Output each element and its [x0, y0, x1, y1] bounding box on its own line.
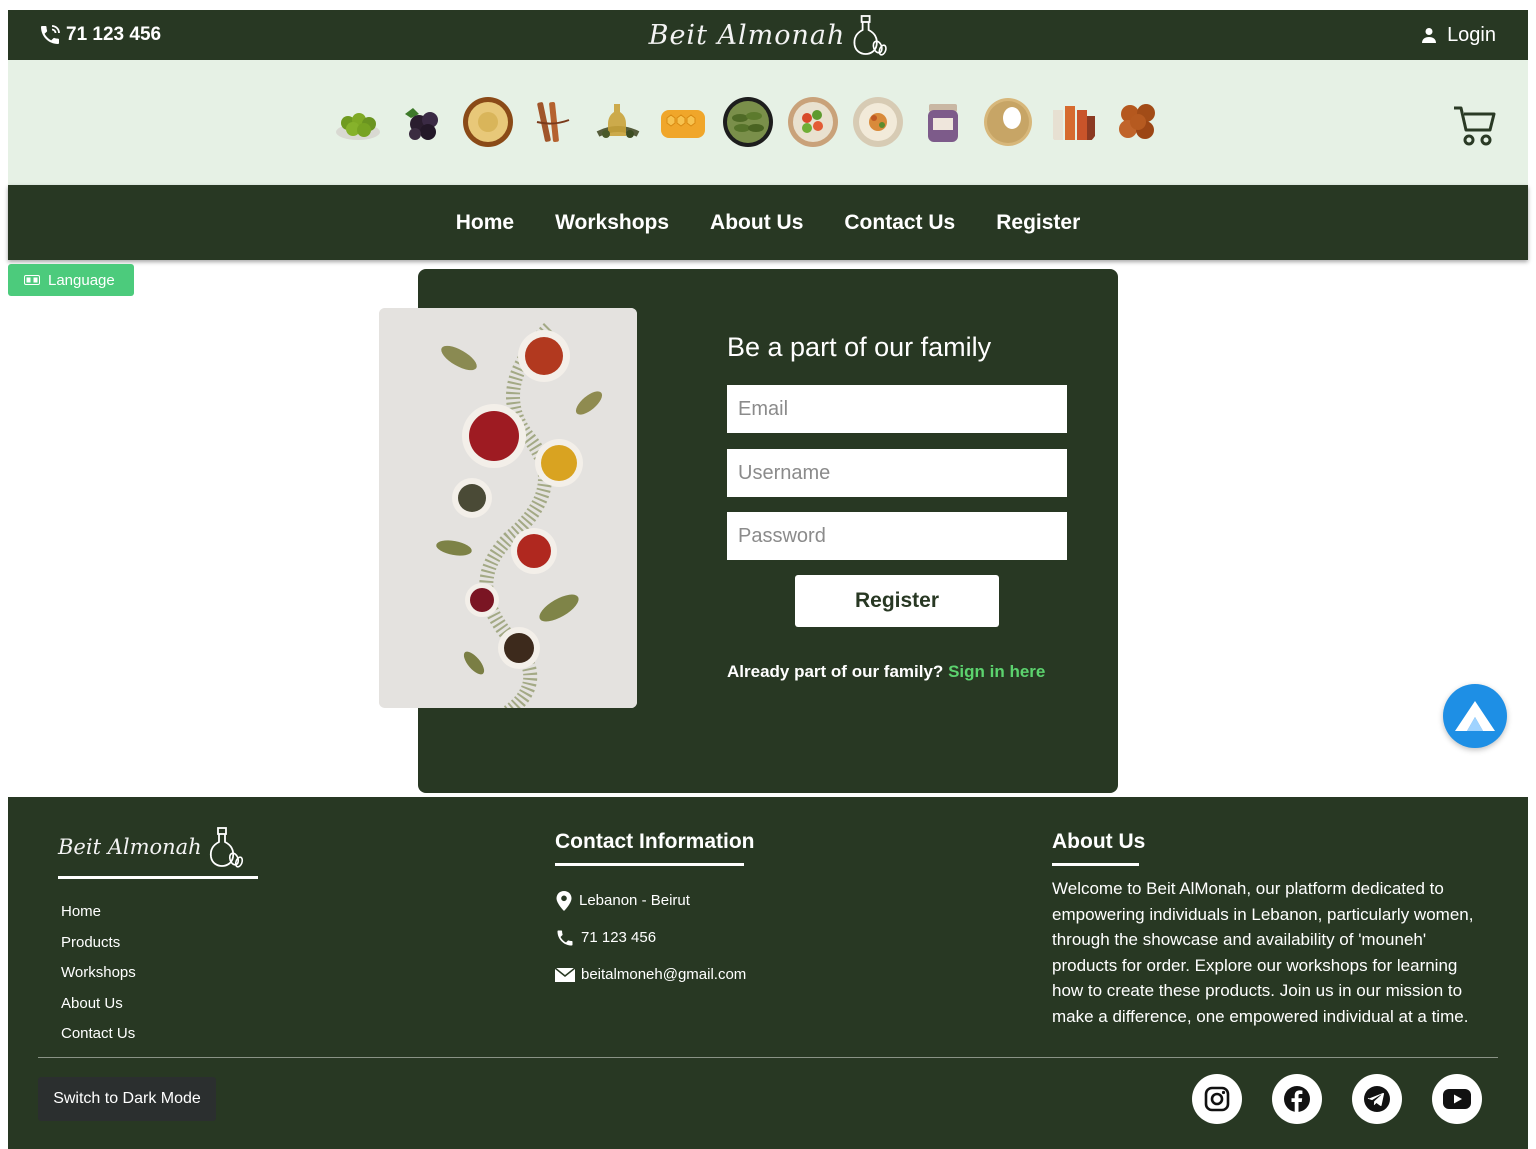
footer-brand-underline	[58, 876, 258, 879]
contact-heading: Contact Information	[555, 830, 755, 853]
oil-bottle-logo-icon	[853, 15, 887, 56]
footer-link-contact-us[interactable]: Contact Us	[61, 1025, 136, 1056]
footer: Beit Almonah Home Products Workshops Abo…	[8, 797, 1528, 1149]
dish-plate-icon[interactable]	[852, 96, 904, 148]
olive-oil-icon[interactable]	[592, 96, 644, 148]
nav-about-us[interactable]: About Us	[710, 211, 803, 235]
spices-image	[379, 308, 637, 708]
phone-icon	[41, 25, 60, 44]
oil-bottle-logo-icon	[209, 827, 243, 868]
stuffed-grape-leaves-icon[interactable]	[722, 96, 774, 148]
username-field[interactable]	[727, 449, 1067, 497]
contact-location-text: Lebanon - Beirut	[579, 892, 690, 909]
password-field[interactable]	[727, 512, 1067, 560]
register-submit-button[interactable]: Register	[795, 575, 999, 627]
product-category-list	[332, 96, 1164, 148]
dark-mode-toggle[interactable]: Switch to Dark Mode	[38, 1077, 216, 1121]
facebook-icon	[1284, 1086, 1310, 1112]
header-phone-number: 71 123 456	[66, 24, 162, 45]
telegram-link[interactable]	[1352, 1074, 1402, 1124]
salad-plate-icon[interactable]	[787, 96, 839, 148]
language-button[interactable]: Language	[8, 264, 134, 296]
falafel-icon[interactable]	[1112, 96, 1164, 148]
about-heading: About Us	[1052, 830, 1146, 853]
hummus-bowl-icon[interactable]	[462, 96, 514, 148]
about-text: Welcome to Beit AlMonah, our platform de…	[1052, 879, 1474, 1026]
contact-phone-text: 71 123 456	[581, 929, 657, 946]
footer-link-about-us[interactable]: About Us	[61, 995, 136, 1026]
social-links	[1192, 1074, 1482, 1124]
yarn-spools-icon[interactable]	[1047, 96, 1099, 148]
nav-home[interactable]: Home	[456, 211, 514, 235]
login-button[interactable]: Login	[1421, 24, 1496, 47]
contact-email-text: beitalmoneh@gmail.com	[581, 966, 747, 983]
brand-logo[interactable]: Beit Almonah	[649, 14, 888, 56]
nav-register[interactable]: Register	[996, 211, 1080, 235]
footer-link-products[interactable]: Products	[61, 934, 136, 965]
youtube-link[interactable]	[1432, 1074, 1482, 1124]
signin-prompt-text: Already part of our family?	[727, 662, 944, 681]
honeycomb-icon[interactable]	[657, 96, 709, 148]
signin-link[interactable]: Sign in here	[948, 662, 1045, 681]
footer-divider	[38, 1057, 1498, 1058]
envelope-icon	[555, 966, 575, 982]
location-pin-icon	[556, 890, 572, 911]
main-nav: Home Workshops About Us Contact Us Regis…	[8, 185, 1528, 260]
register-form-title: Be a part of our family	[727, 332, 992, 362]
language-label: Language	[48, 271, 115, 289]
contact-heading-underline	[555, 863, 744, 866]
cart-icon[interactable]	[1452, 104, 1496, 146]
olives-icon[interactable]	[332, 96, 384, 148]
brand-name: Beit Almonah	[648, 19, 846, 51]
telegram-icon	[1364, 1086, 1390, 1112]
contact-list: Lebanon - Beirut 71 123 456 beitalmoneh@…	[555, 882, 746, 993]
footer-links: Home Products Workshops About Us Contact…	[61, 903, 136, 1056]
nav-contact-us[interactable]: Contact Us	[844, 211, 955, 235]
footer-brand-name: Beit Almonah	[58, 835, 202, 859]
footer-link-home[interactable]: Home	[61, 903, 136, 934]
contact-location: Lebanon - Beirut	[555, 882, 746, 919]
footer-brand-logo[interactable]: Beit Almonah	[58, 825, 244, 869]
jam-jar-icon[interactable]	[917, 96, 969, 148]
header-phone[interactable]: 71 123 456	[38, 23, 161, 47]
facebook-link[interactable]	[1272, 1074, 1322, 1124]
phone-icon	[557, 930, 573, 945]
footer-link-workshops[interactable]: Workshops	[61, 964, 136, 995]
user-icon	[1422, 28, 1437, 43]
instagram-link[interactable]	[1192, 1074, 1242, 1124]
floating-assistant-button[interactable]	[1443, 684, 1507, 748]
nav-workshops[interactable]: Workshops	[555, 211, 669, 235]
assistant-logo-icon	[1455, 701, 1495, 731]
instagram-icon	[1204, 1086, 1230, 1112]
contact-email[interactable]: beitalmoneh@gmail.com	[555, 956, 746, 993]
contact-phone[interactable]: 71 123 456	[555, 919, 746, 956]
email-field[interactable]	[727, 385, 1067, 433]
cinnamon-icon[interactable]	[527, 96, 579, 148]
translate-icon	[24, 275, 40, 285]
kaak-bread-icon[interactable]	[982, 96, 1034, 148]
signin-prompt: Already part of our family? Sign in here	[727, 662, 1045, 682]
product-category-strip	[8, 60, 1528, 185]
youtube-icon	[1443, 1089, 1471, 1109]
top-bar: 71 123 456 Beit Almonah Login	[8, 10, 1528, 60]
spices-photo	[379, 308, 637, 708]
login-label: Login	[1447, 23, 1496, 46]
about-heading-underline	[1052, 863, 1139, 866]
blackberries-icon[interactable]	[397, 96, 449, 148]
